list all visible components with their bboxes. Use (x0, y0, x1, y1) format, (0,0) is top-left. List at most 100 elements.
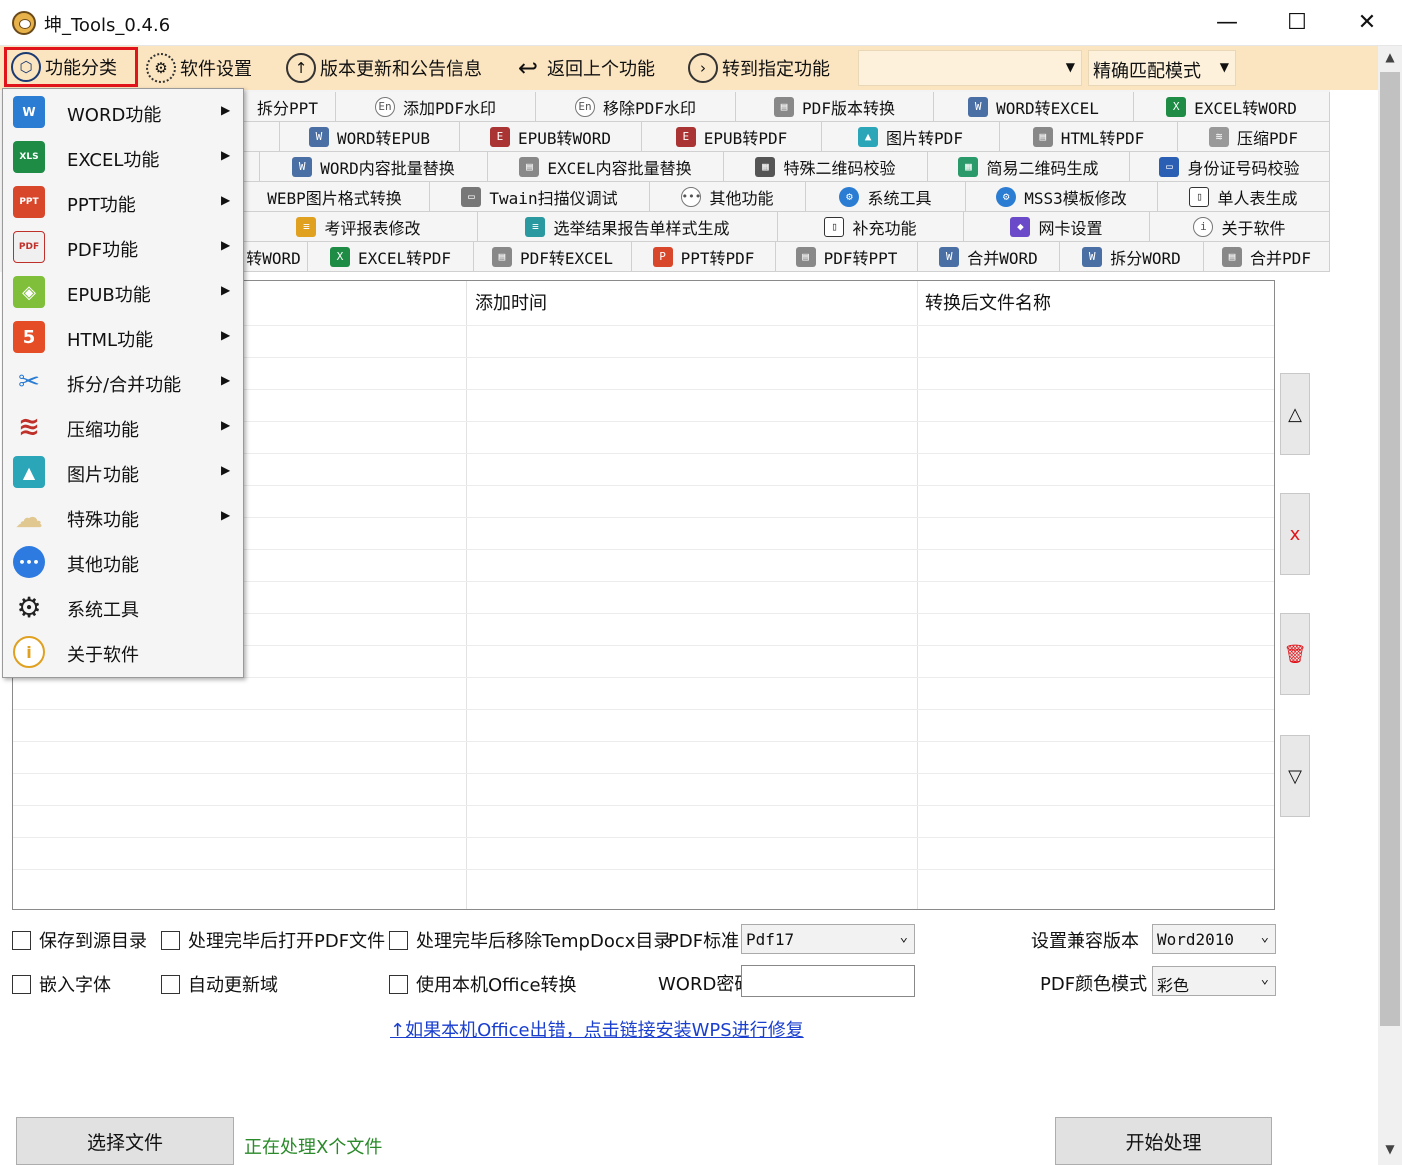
tab-election-report[interactable]: ≡ 选举结果报告单样式生成 (478, 212, 778, 242)
tab-label: EPUB转WORD (517, 128, 612, 148)
tab-compress-pdf[interactable]: ≋ 压缩PDF (1178, 122, 1330, 152)
install-wps-link[interactable]: ↑如果本机Office出错，点击链接安装WPS进行修复 (390, 1016, 804, 1042)
tab-to-word[interactable]: 转WORD (240, 242, 308, 272)
tab-other-functions[interactable]: ••• 其他功能 (650, 182, 806, 212)
menu-item-split-merge[interactable]: ✂ 拆分/合并功能 ▶ (3, 360, 243, 405)
epub-icon: E (489, 126, 510, 147)
info-icon: i (13, 636, 45, 668)
goto-function-button[interactable]: › 转到指定功能 (688, 50, 830, 86)
tab-about[interactable]: i 关于软件 (1150, 212, 1330, 242)
menu-item-label: 图片功能 (67, 465, 139, 486)
column-header-output-name[interactable]: 转换后文件名称 (925, 289, 1051, 315)
tab-word-batch-replace[interactable]: W WORD内容批量替换 (260, 152, 488, 182)
tab-ppt-to-pdf[interactable]: P PPT转PDF (632, 242, 776, 272)
maximize-button[interactable]: ☐ (1262, 0, 1332, 46)
checkbox-box[interactable] (161, 974, 180, 994)
tab-remove-pdf-watermark[interactable]: En 移除PDF水印 (536, 92, 736, 122)
tab-merge-word[interactable]: W 合并WORD (918, 242, 1060, 272)
menu-item-pdf[interactable]: PDF PDF功能 ▶ (3, 225, 243, 270)
tab-nic-settings[interactable]: ◆ 网卡设置 (964, 212, 1150, 242)
tab-supplement[interactable]: ▯ 补充功能 (778, 212, 964, 242)
tab-excel-batch-replace[interactable]: ▤ EXCEL内容批量替换 (488, 152, 724, 182)
menu-item-special[interactable]: ☁ 特殊功能 ▶ (3, 495, 243, 540)
tab-partial[interactable] (240, 122, 280, 152)
tab-mss3-template[interactable]: ⚙ MSS3模板修改 (966, 182, 1158, 212)
software-settings-button[interactable]: ⚙ 软件设置 (146, 50, 252, 86)
row-divider (13, 773, 1274, 774)
minimize-button[interactable]: — (1192, 0, 1262, 46)
checkbox-box[interactable] (161, 930, 180, 950)
pdf-color-mode-select[interactable]: 彩色 ⌄ (1152, 966, 1276, 996)
use-local-office-checkbox[interactable]: 使用本机Office转换 (389, 971, 577, 997)
tab-label: 身份证号码校验 (1187, 158, 1300, 178)
function-category-button[interactable]: ⬡ 功能分类 (4, 47, 138, 87)
remove-tempdocx-checkbox[interactable]: 处理完毕后移除TempDocx目录 (389, 927, 671, 953)
embed-fonts-checkbox[interactable]: 嵌入字体 (12, 971, 111, 997)
column-header-added-time[interactable]: 添加时间 (475, 289, 547, 315)
image-icon: ▲ (858, 126, 879, 147)
remove-item-button[interactable]: x (1280, 493, 1310, 575)
open-pdf-after-checkbox[interactable]: 处理完毕后打开PDF文件 (161, 927, 385, 953)
column-divider (917, 281, 918, 909)
tab-html-to-pdf[interactable]: ▤ HTML转PDF (1000, 122, 1178, 152)
menu-item-html[interactable]: 5 HTML功能 ▶ (3, 315, 243, 360)
tab-special-qr-verify[interactable]: ▦ 特殊二维码校验 (724, 152, 928, 182)
menu-item-ppt[interactable]: PPT PPT功能 ▶ (3, 180, 243, 225)
tab-single-form-generate[interactable]: ▯ 单人表生成 (1158, 182, 1330, 212)
match-mode-select[interactable]: 精确匹配模式 ▼ (1088, 50, 1236, 86)
scroll-down-arrow-icon[interactable]: ▼ (1378, 1142, 1402, 1164)
tab-pdf-version-convert[interactable]: ▤ PDF版本转换 (736, 92, 934, 122)
tab-excel-to-pdf[interactable]: X EXCEL转PDF (308, 242, 474, 272)
tab-simple-qr-generate[interactable]: ▦ 简易二维码生成 (928, 152, 1130, 182)
tab-epub-to-word[interactable]: E EPUB转WORD (460, 122, 642, 152)
update-notice-button[interactable]: ↑ 版本更新和公告信息 (286, 50, 482, 86)
menu-item-other[interactable]: ••• 其他功能 (3, 540, 243, 585)
pdf-standard-select[interactable]: Pdf17 ⌄ (741, 924, 915, 954)
tab-twain-scanner[interactable]: ▭ Twain扫描仪调试 (430, 182, 650, 212)
arrow-up-circle-icon: ↑ (286, 53, 316, 83)
move-down-button[interactable]: ▽ (1280, 735, 1310, 817)
select-file-button[interactable]: 选择文件 (16, 1117, 234, 1165)
tab-id-number-verify[interactable]: ▭ 身份证号码校验 (1130, 152, 1330, 182)
tab-word-to-excel[interactable]: W WORD转EXCEL (934, 92, 1134, 122)
save-to-source-checkbox[interactable]: 保存到源目录 (12, 927, 147, 953)
checkbox-box[interactable] (389, 974, 408, 994)
clear-list-button[interactable]: 🗑 (1280, 613, 1310, 695)
tab-pdf-to-ppt[interactable]: ▤ PDF转PPT (776, 242, 918, 272)
menu-item-compress[interactable]: ≋ 压缩功能 ▶ (3, 405, 243, 450)
tab-split-word[interactable]: W 拆分WORD (1060, 242, 1204, 272)
compat-version-select[interactable]: Word2010 ⌄ (1152, 924, 1276, 954)
menu-item-excel[interactable]: XLS EXCEL功能 ▶ (3, 135, 243, 180)
tab-epub-to-pdf[interactable]: E EPUB转PDF (642, 122, 822, 152)
scroll-up-arrow-icon[interactable]: ▲ (1378, 50, 1402, 72)
auto-update-fields-checkbox[interactable]: 自动更新域 (161, 971, 278, 997)
tab-image-to-pdf[interactable]: ▲ 图片转PDF (822, 122, 1000, 152)
checkbox-box[interactable] (12, 974, 31, 994)
checkbox-box[interactable] (12, 930, 31, 950)
word-password-input[interactable] (741, 965, 915, 997)
close-button[interactable]: ✕ (1332, 0, 1402, 46)
scrollbar-thumb[interactable] (1380, 72, 1400, 1026)
menu-item-image[interactable]: ▲ 图片功能 ▶ (3, 450, 243, 495)
tab-excel-to-word[interactable]: X EXCEL转WORD (1134, 92, 1330, 122)
tab-system-tools[interactable]: ⚙ 系统工具 (806, 182, 966, 212)
menu-item-system-tools[interactable]: ⚙ 系统工具 (3, 585, 243, 630)
tab-pdf-to-excel[interactable]: ▤ PDF转EXCEL (474, 242, 632, 272)
tab-evaluation-report[interactable]: ≡ 考评报表修改 (240, 212, 478, 242)
start-processing-button[interactable]: 开始处理 (1055, 1117, 1272, 1165)
function-search-combo[interactable]: ▼ (858, 50, 1082, 86)
menu-item-word[interactable]: W WORD功能 ▶ (3, 90, 243, 135)
menu-item-epub[interactable]: ◈ EPUB功能 ▶ (3, 270, 243, 315)
tab-webp-convert[interactable]: WEBP图片格式转换 (240, 182, 430, 212)
checkbox-box[interactable] (389, 930, 408, 950)
menu-item-about[interactable]: i 关于软件 (3, 630, 243, 675)
tab-label: 图片转PDF (886, 128, 963, 148)
tab-merge-pdf[interactable]: ▤ 合并PDF (1204, 242, 1330, 272)
tab-split-ppt[interactable]: 拆分PPT (240, 92, 336, 122)
move-up-button[interactable]: △ (1280, 373, 1310, 455)
tab-word-to-epub[interactable]: W WORD转EPUB (280, 122, 460, 152)
back-function-button[interactable]: ↩ 返回上个功能 (513, 50, 655, 86)
app-icon (12, 11, 36, 35)
tab-add-pdf-watermark[interactable]: En 添加PDF水印 (336, 92, 536, 122)
menu-item-label: PDF功能 (67, 240, 139, 261)
